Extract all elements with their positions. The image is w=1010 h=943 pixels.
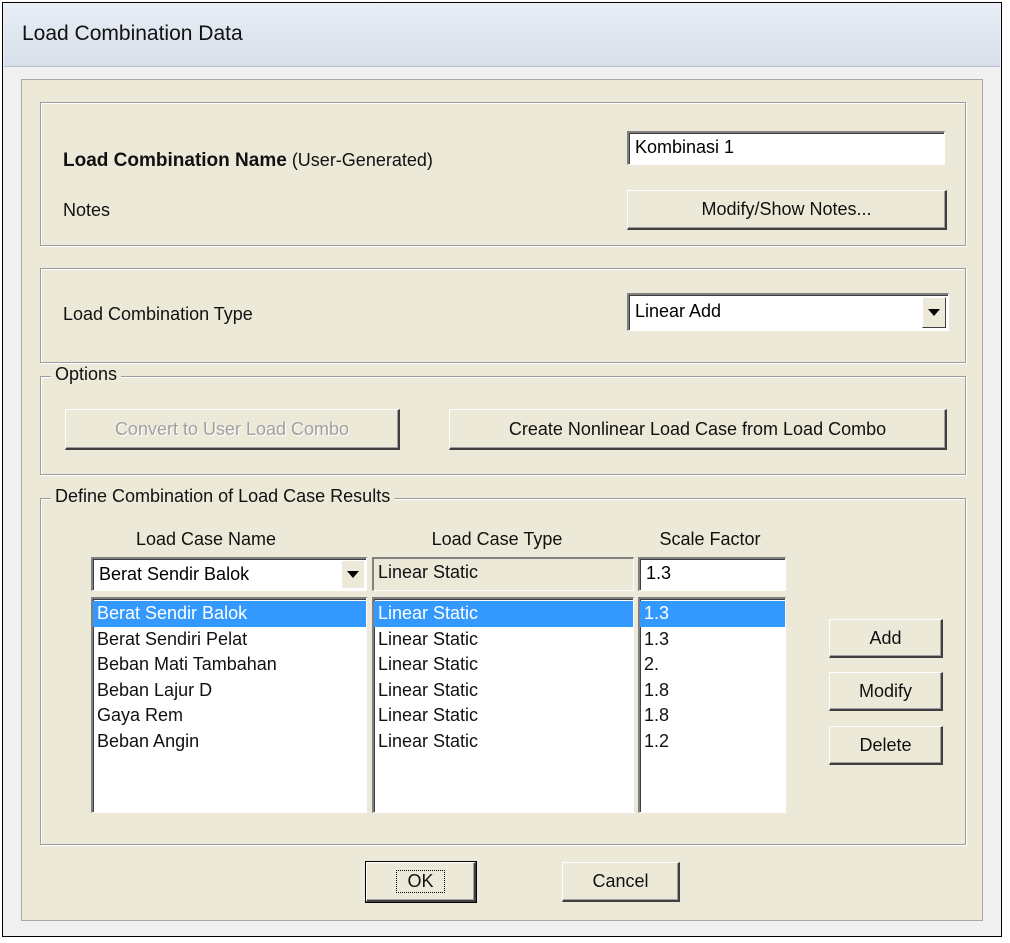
type-panel: Load Combination Type Linear Add <box>40 268 966 363</box>
combination-name-label-suffix: (User-Generated) <box>291 150 433 170</box>
delete-button[interactable]: Delete <box>829 726 943 765</box>
scale-factor-header: Scale Factor <box>659 529 761 549</box>
load-case-type-header: Load Case Type <box>431 529 563 549</box>
combination-type-value: Linear Add <box>635 301 722 321</box>
list-item[interactable]: Berat Sendiri Pelat <box>93 627 366 653</box>
list-item[interactable]: Beban Mati Tambahan <box>93 652 366 678</box>
modify-show-notes-button[interactable]: Modify/Show Notes... <box>627 190 947 230</box>
name-panel: Load Combination Name (User-Generated) K… <box>40 102 966 246</box>
notes-label: Notes <box>63 200 111 220</box>
load-case-name-value: Berat Sendir Balok <box>99 564 250 584</box>
create-nonlinear-load-case-button[interactable]: Create Nonlinear Load Case from Load Com… <box>449 409 947 450</box>
options-legend: Options <box>51 364 122 385</box>
load-case-name-list[interactable]: Berat Sendir Balok Berat Sendiri Pelat B… <box>91 597 367 813</box>
modify-button-label: Modify <box>858 680 912 701</box>
modify-button[interactable]: Modify <box>829 672 943 711</box>
define-combination-group: Define Combination of Load Case Results … <box>40 486 966 845</box>
convert-to-user-load-combo-label: Convert to User Load Combo <box>114 418 350 439</box>
ok-button-label: OK <box>396 870 445 893</box>
list-item[interactable]: Linear Static <box>374 703 633 729</box>
cancel-button-label: Cancel <box>592 871 649 891</box>
list-item[interactable]: 1.8 <box>640 678 785 704</box>
load-case-type-list[interactable]: Linear Static Linear Static Linear Stati… <box>372 597 634 813</box>
combination-type-dropdown-button[interactable] <box>922 297 946 328</box>
list-item[interactable]: 2. <box>640 652 785 678</box>
list-item[interactable]: Linear Static <box>374 627 633 653</box>
list-item[interactable]: 1.3 <box>640 601 785 627</box>
cancel-button[interactable]: Cancel <box>562 862 680 902</box>
list-item[interactable]: Linear Static <box>374 678 633 704</box>
modify-show-notes-label: Modify/Show Notes... <box>701 199 872 219</box>
options-group: Options Convert to User Load Combo Creat… <box>40 364 966 475</box>
combination-name-label: Load Combination Name (User-Generated) <box>63 150 433 172</box>
scale-factor-input[interactable]: 1.3 <box>638 557 786 591</box>
window-title: Load Combination Data <box>22 22 243 45</box>
list-item[interactable]: Berat Sendir Balok <box>93 601 366 627</box>
convert-to-user-load-combo-button[interactable]: Convert to User Load Combo <box>65 409 400 450</box>
scale-factor-list[interactable]: 1.3 1.3 2. 1.8 1.8 1.2 <box>638 597 786 813</box>
chevron-down-icon <box>928 309 940 316</box>
load-combination-dialog: Load Combination Data Load Combination N… <box>2 2 1002 937</box>
load-case-name-dropdown-button[interactable] <box>342 561 364 588</box>
list-item[interactable]: Linear Static <box>374 652 633 678</box>
combination-type-select[interactable]: Linear Add <box>627 293 949 331</box>
load-case-name-select[interactable]: Berat Sendir Balok <box>91 557 367 591</box>
combination-name-input[interactable]: Kombinasi 1 <box>627 131 945 165</box>
combination-name-label-bold: Load Combination Name <box>63 150 287 171</box>
title-bar[interactable]: Load Combination Data <box>4 4 1000 67</box>
list-item[interactable]: 1.8 <box>640 703 785 729</box>
list-item[interactable]: Gaya Rem <box>93 703 366 729</box>
list-item[interactable]: Linear Static <box>374 729 633 755</box>
list-item[interactable]: 1.2 <box>640 729 785 755</box>
ok-button[interactable]: OK <box>365 861 477 903</box>
list-item[interactable]: 1.3 <box>640 627 785 653</box>
dialog-client-area: Load Combination Name (User-Generated) K… <box>21 79 983 921</box>
list-item[interactable]: Linear Static <box>374 601 633 627</box>
load-case-type-field: Linear Static <box>372 557 634 591</box>
list-item[interactable]: Beban Lajur D <box>93 678 366 704</box>
load-case-name-header: Load Case Name <box>135 529 277 549</box>
define-combination-legend: Define Combination of Load Case Results <box>51 486 395 507</box>
delete-button-label: Delete <box>859 734 912 755</box>
chevron-down-icon <box>347 571 359 578</box>
list-item[interactable]: Beban Angin <box>93 729 366 755</box>
combination-type-label: Load Combination Type <box>63 304 253 324</box>
create-nonlinear-load-case-label: Create Nonlinear Load Case from Load Com… <box>508 418 887 439</box>
add-button[interactable]: Add <box>829 619 943 658</box>
add-button-label: Add <box>869 627 902 648</box>
